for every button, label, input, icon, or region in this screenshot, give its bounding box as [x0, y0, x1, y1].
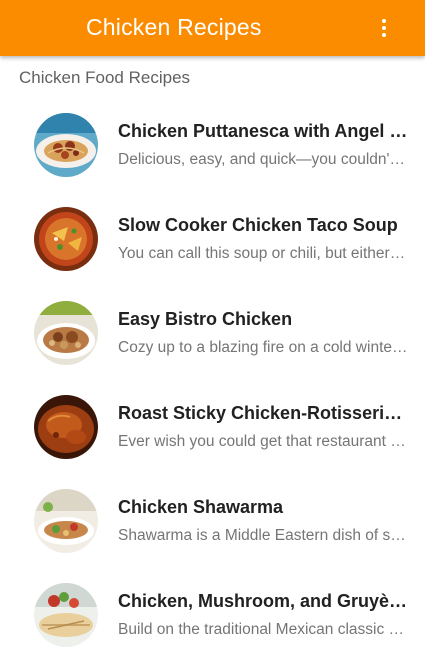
recipe-list-item[interactable]: Easy Bistro Chicken Cozy up to a blazing… — [0, 288, 425, 382]
pasta-dish-photo — [34, 113, 98, 177]
recipe-title: Chicken, Mushroom, and Gruyère Quesadill… — [118, 591, 410, 611]
recipe-title: Slow Cooker Chicken Taco Soup — [118, 215, 398, 235]
section-header: Chicken Food Recipes — [19, 68, 191, 87]
roast-chicken-photo — [34, 395, 98, 459]
app-title: Chicken Recipes — [86, 14, 262, 40]
recipe-description: Cozy up to a blazing fire on a cold wint… — [118, 339, 408, 356]
quesadilla-photo — [34, 583, 98, 647]
recipe-list-item[interactable]: Slow Cooker Chicken Taco Soup You can ca… — [0, 194, 425, 288]
more-vert-icon[interactable] — [368, 8, 400, 48]
shawarma-photo — [34, 489, 98, 553]
recipe-description: Build on the traditional Mexican classic… — [118, 621, 408, 638]
recipe-title: Chicken Shawarma — [118, 497, 284, 517]
recipe-list-item[interactable]: Chicken Puttanesca with Angel Hair Pasta… — [0, 100, 425, 194]
recipe-description: Shawarma is a Middle Eastern dish of spi… — [118, 527, 408, 544]
recipe-list: Chicken Puttanesca with Angel Hair Pasta… — [0, 100, 425, 664]
recipe-title: Chicken Puttanesca with Angel Hair Pasta — [118, 121, 410, 141]
recipe-description: Ever wish you could get that restaurant … — [118, 433, 408, 450]
bistro-chicken-photo — [34, 301, 98, 365]
recipe-title: Easy Bistro Chicken — [118, 309, 293, 329]
app-bar: Chicken Recipes — [0, 0, 425, 56]
taco-soup-photo — [34, 207, 98, 271]
recipe-list-item[interactable]: Roast Sticky Chicken-Rotisserie Style Ev… — [0, 382, 425, 476]
recipe-list-item[interactable]: Chicken Shawarma Shawarma is a Middle Ea… — [0, 476, 425, 570]
recipe-description: Delicious, easy, and quick—you couldn't … — [118, 151, 408, 168]
recipe-list-item[interactable]: Chicken, Mushroom, and Gruyère Quesadill… — [0, 570, 425, 664]
recipe-title: Roast Sticky Chicken-Rotisserie Style — [118, 403, 410, 423]
recipe-description: You can call this soup or chili, but eit… — [118, 245, 408, 262]
